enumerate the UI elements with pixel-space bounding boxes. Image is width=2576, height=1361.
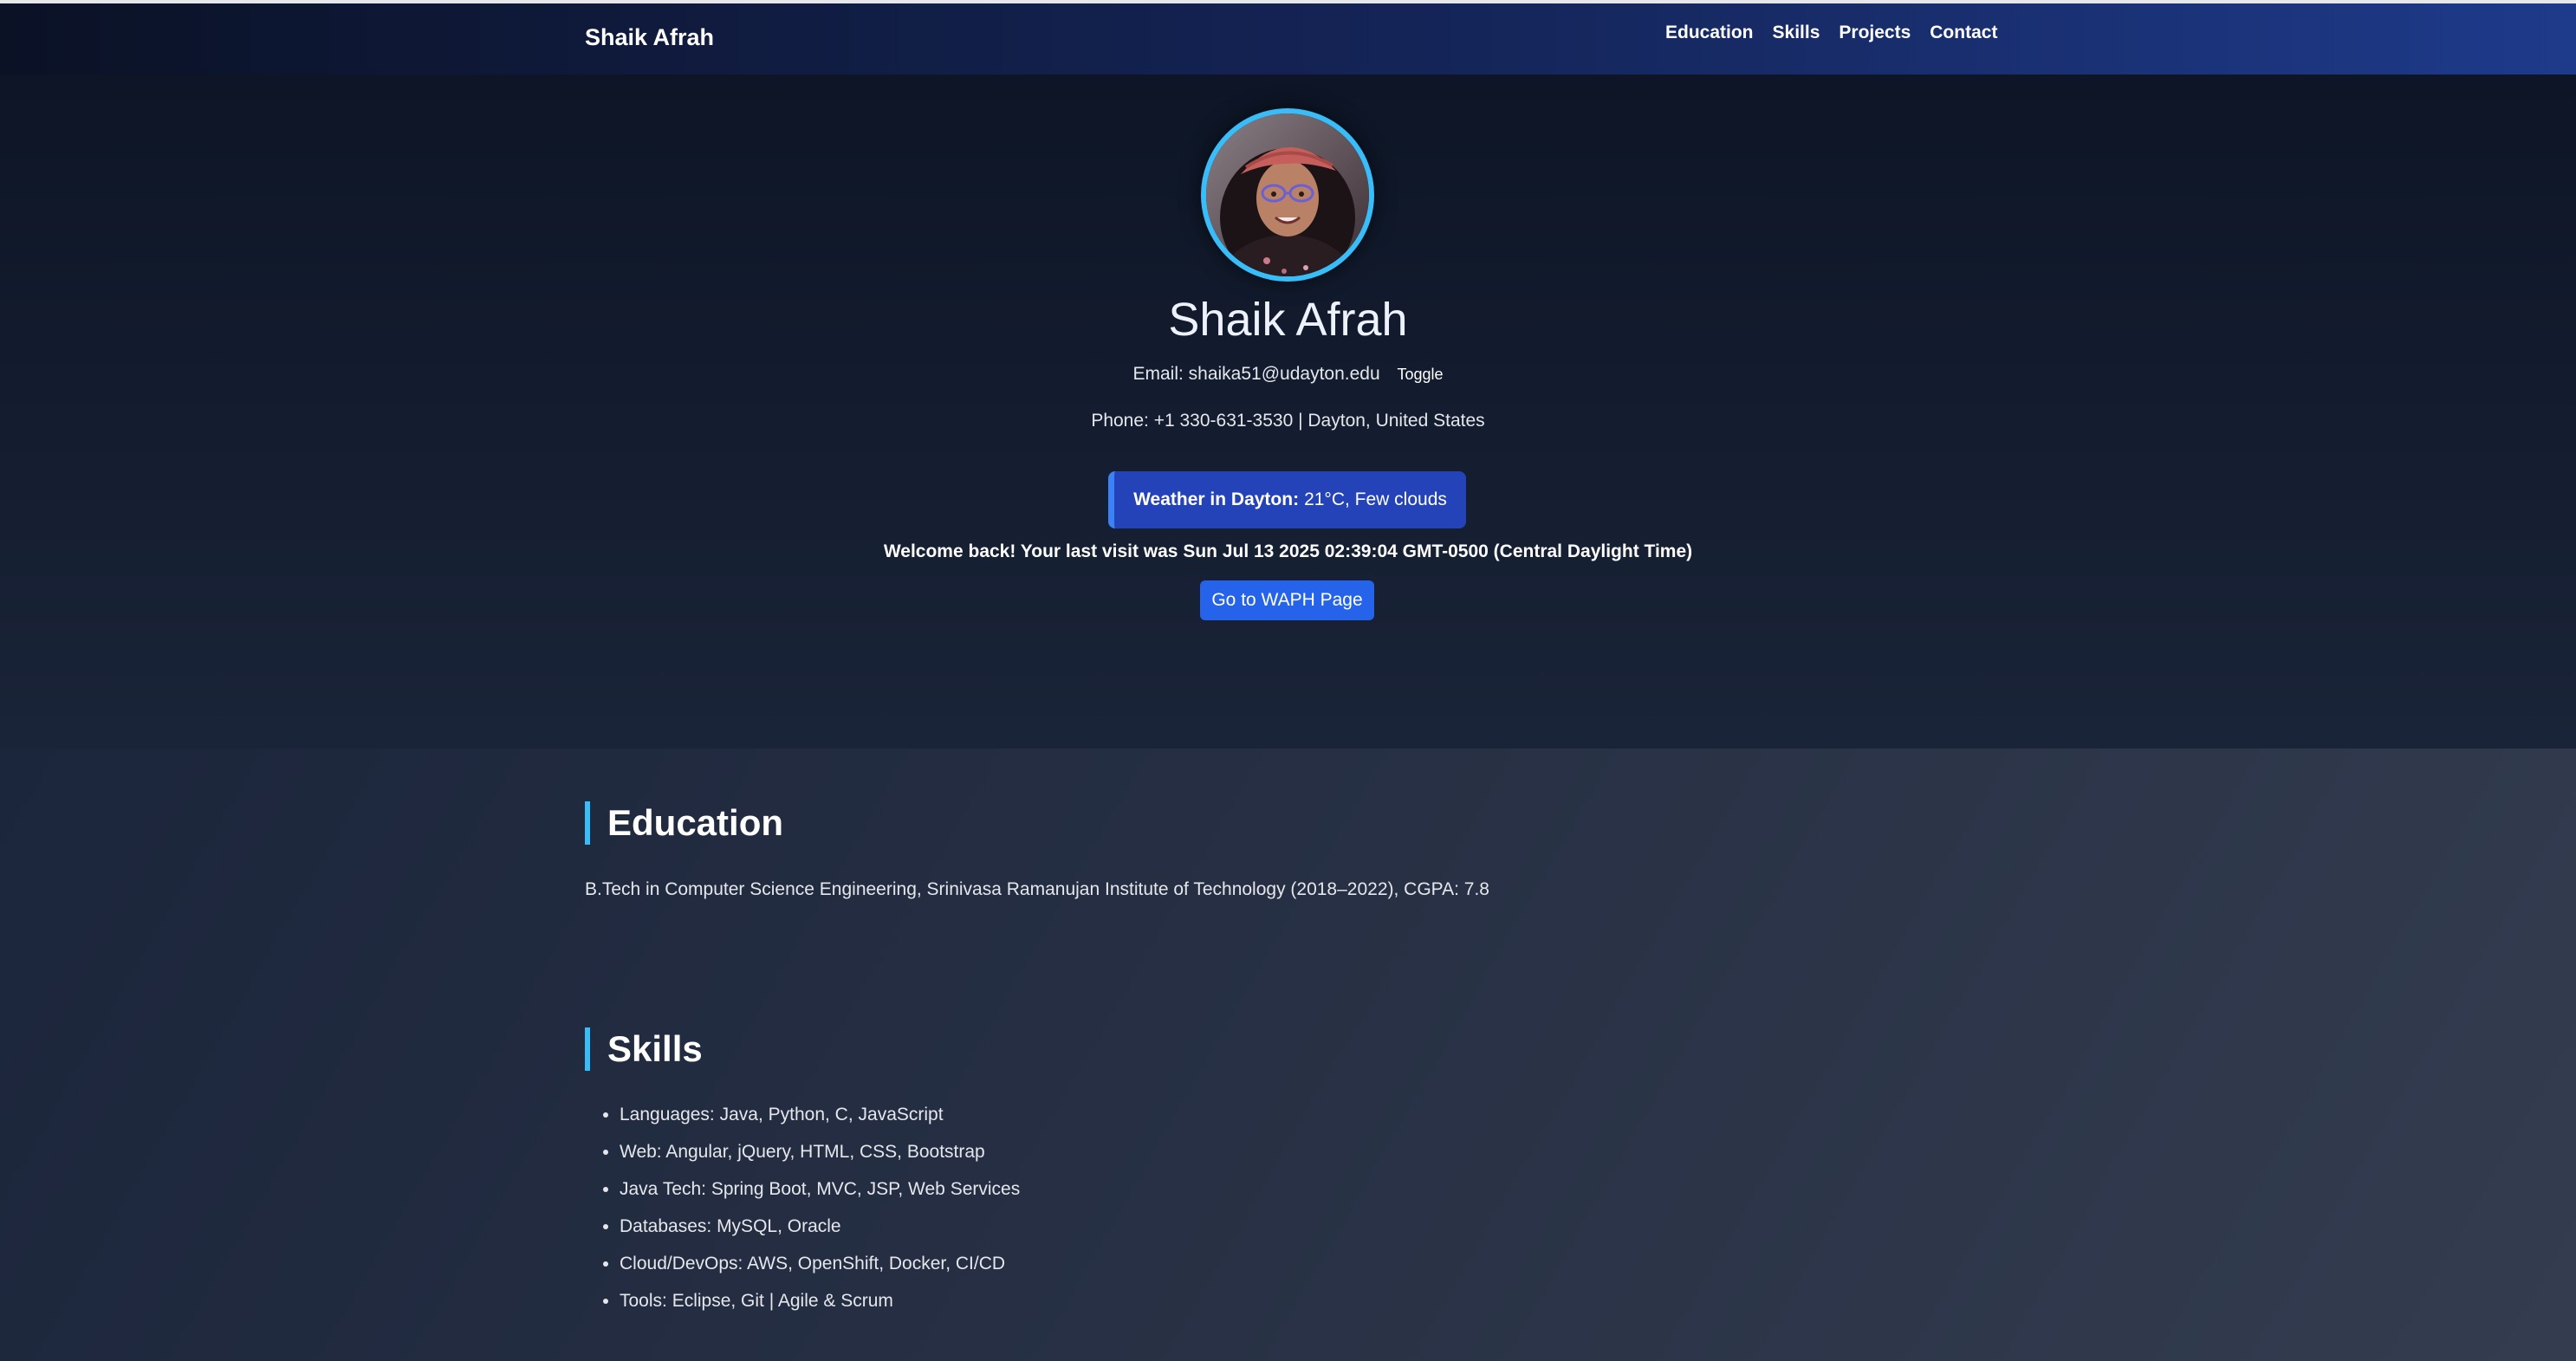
list-item: Tools: Eclipse, Git | Agile & Scrum — [620, 1286, 1020, 1324]
go-to-waph-button[interactable]: Go to WAPH Page — [1200, 580, 1374, 620]
skills-heading: Skills — [585, 1027, 703, 1071]
toggle-email-button[interactable]: Toggle — [1397, 366, 1443, 384]
list-item: Java Tech: Spring Boot, MVC, JSP, Web Se… — [620, 1175, 1020, 1212]
list-item: Databases: MySQL, Oracle — [620, 1212, 1020, 1249]
navbar: Shaik Afrah Education Skills Projects Co… — [0, 3, 2576, 75]
list-item: Web: Angular, jQuery, HTML, CSS, Bootstr… — [620, 1137, 1020, 1175]
nav-link-projects[interactable]: Projects — [1839, 23, 1911, 43]
list-item: Cloud/DevOps: AWS, OpenShift, Docker, CI… — [620, 1249, 1020, 1286]
skills-list: Languages: Java, Python, C, JavaScript W… — [585, 1100, 1020, 1324]
nav-links: Education Skills Projects Contact — [1665, 23, 1997, 43]
phone-line: Phone: +1 330-631-3530 | Dayton, United … — [1091, 411, 1485, 431]
avatar-portrait-image — [1206, 113, 1369, 276]
brand-link[interactable]: Shaik Afrah — [585, 24, 714, 51]
welcome-message: Welcome back! Your last visit was Sun Ju… — [883, 541, 1693, 561]
email-line: Email: shaika51@udayton.edu Toggle — [0, 364, 2576, 385]
education-heading: Education — [585, 801, 783, 845]
email-text: Email: shaika51@udayton.edu — [1132, 364, 1380, 384]
list-item: Languages: Java, Python, C, JavaScript — [620, 1100, 1020, 1137]
profile-avatar — [1201, 108, 1374, 282]
nav-link-education[interactable]: Education — [1665, 23, 1754, 43]
page-title: Shaik Afrah — [1168, 294, 1408, 346]
education-text: B.Tech in Computer Science Engineering, … — [585, 879, 1489, 899]
weather-value: 21°C, Few clouds — [1304, 489, 1447, 509]
nav-link-contact[interactable]: Contact — [1930, 23, 1997, 43]
weather-label: Weather in Dayton: — [1133, 489, 1300, 509]
nav-link-skills[interactable]: Skills — [1773, 23, 1820, 43]
weather-widget: Weather in Dayton: 21°C, Few clouds — [1108, 471, 1466, 528]
content-section — [0, 749, 2576, 1361]
